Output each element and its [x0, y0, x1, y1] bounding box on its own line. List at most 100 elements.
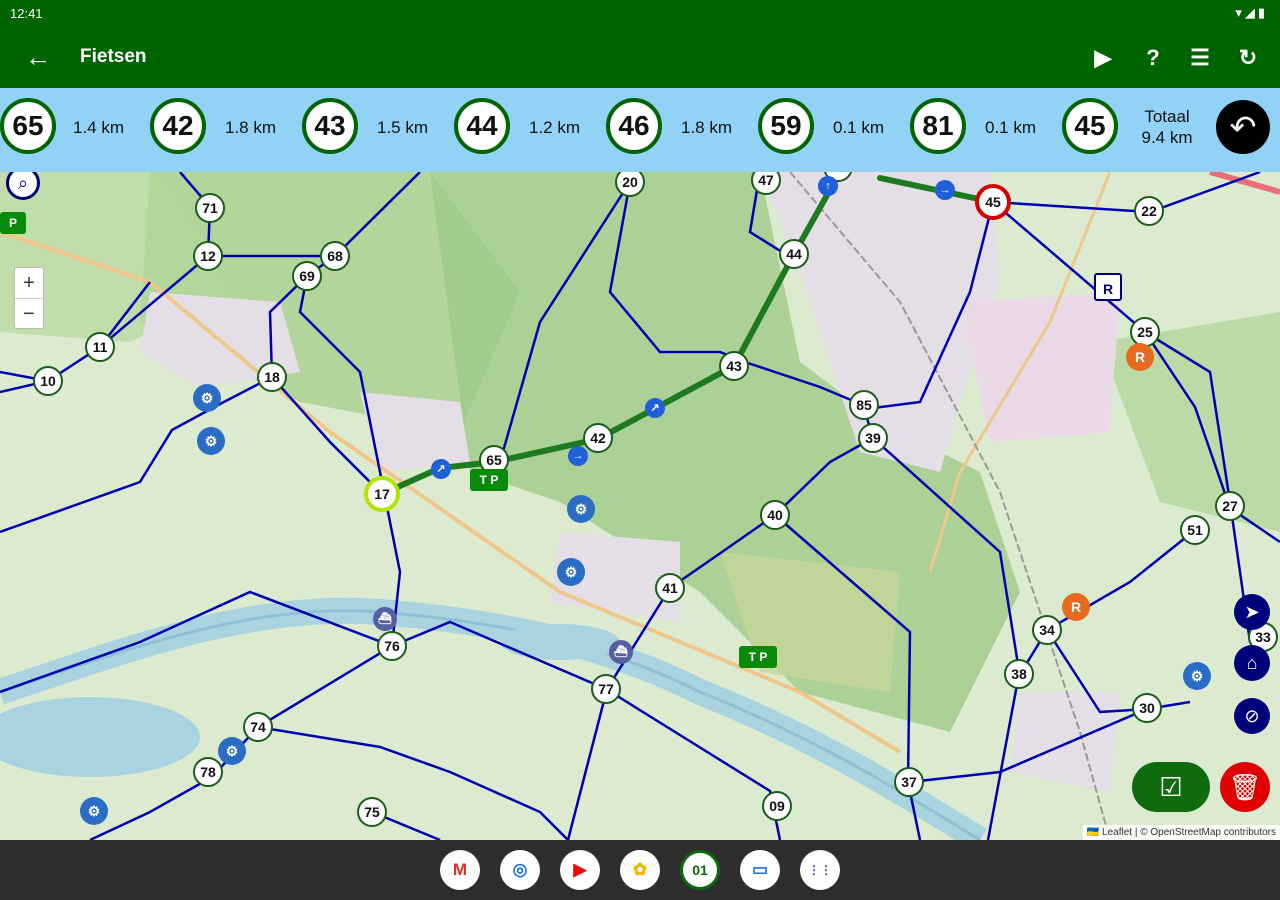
bike-shop-icon[interactable]: ⚙ [80, 797, 108, 825]
map-node-start[interactable]: 17 [364, 476, 400, 512]
route-leg-distance: 1.8 km [681, 118, 733, 137]
bike-shop-icon[interactable]: ⚙ [197, 427, 225, 455]
rest-point-icon[interactable]: R [1094, 273, 1122, 301]
map-node-end[interactable]: 45 [975, 184, 1011, 220]
map-node[interactable]: 69 [292, 261, 322, 291]
map-node[interactable]: 11 [85, 332, 115, 362]
map-node[interactable]: 71 [195, 193, 225, 223]
map-node[interactable]: 41 [655, 573, 685, 603]
map-node[interactable]: 12 [193, 241, 223, 271]
route-leg-distance: 1.4 km [73, 118, 125, 137]
back-arrow-icon[interactable]: ← [22, 42, 54, 74]
map-node[interactable]: 74 [243, 712, 273, 742]
help-icon[interactable]: ? [1137, 42, 1169, 74]
map-node[interactable]: 68 [320, 241, 350, 271]
photos-icon[interactable]: ✿ [620, 850, 660, 890]
map-node[interactable]: 22 [1134, 196, 1164, 226]
map-node[interactable]: 34 [1032, 615, 1062, 645]
route-node[interactable]: 59 [758, 98, 814, 154]
route-node[interactable]: 45 [1062, 98, 1118, 154]
zoom-control: + − [14, 267, 44, 329]
youtube-icon[interactable]: ▶ [560, 850, 600, 890]
map-node[interactable]: 43 [719, 351, 749, 381]
route-leg-distance: 1.2 km [529, 118, 581, 137]
bike-shop-icon[interactable]: ⚙ [1183, 662, 1211, 690]
direction-arrow-icon: ↗ [645, 398, 665, 418]
map-node[interactable]: 25 [1130, 317, 1160, 347]
hide-icon[interactable]: ⊘ [1234, 698, 1270, 734]
map-node[interactable]: 77 [591, 674, 621, 704]
home-icon[interactable]: ⌂ [1234, 645, 1270, 681]
app-root: 12:41 ▾◢▮ ← Fietsen ▶ ? ☰ ↻ ⌕ + − 20 47 … [0, 0, 1280, 900]
route-node[interactable]: 44 [454, 98, 510, 154]
chrome-icon[interactable]: ◎ [500, 850, 540, 890]
confirm-route-button[interactable]: ☑ [1132, 762, 1210, 812]
route-leg-distance: 0.1 km [833, 118, 885, 137]
zoom-out-button[interactable]: − [15, 298, 43, 328]
play-icon[interactable]: ▶ [1087, 42, 1119, 74]
route-summary-strip: 65 1.4 km 42 1.8 km 43 1.5 km 44 1.2 km … [0, 88, 1280, 172]
route-total: Totaal 9.4 km [1132, 106, 1202, 148]
map-node[interactable]: 30 [1132, 693, 1162, 723]
app-bar: ← Fietsen ▶ ? ☰ ↻ [0, 28, 1280, 88]
route-leg-distance: 1.5 km [377, 118, 429, 137]
status-bar: 12:41 ▾◢▮ [0, 0, 1280, 28]
map-node[interactable]: 18 [257, 362, 287, 392]
route-total-label: Totaal [1144, 107, 1190, 126]
list-icon[interactable]: ☰ [1184, 42, 1216, 74]
map-node[interactable]: 39 [858, 423, 888, 453]
map-canvas [0, 172, 1280, 840]
map-node[interactable]: 27 [1215, 491, 1245, 521]
refresh-icon[interactable]: ↻ [1232, 42, 1264, 74]
map-node[interactable]: 09 [762, 791, 792, 821]
app01-icon[interactable]: 01 [680, 850, 720, 890]
parking-icon[interactable]: T P [470, 469, 508, 491]
direction-arrow-icon: ↑ [818, 176, 838, 196]
parking-icon[interactable]: T P [739, 646, 777, 668]
navigate-icon[interactable]: ➤ [1234, 594, 1270, 630]
system-dock: M ◎ ▶ ✿ 01 ▭ ⋮⋮ [0, 840, 1280, 900]
route-node[interactable]: 46 [606, 98, 662, 154]
route-node[interactable]: 81 [910, 98, 966, 154]
route-node[interactable]: 65 [0, 98, 56, 154]
status-time: 12:41 [10, 6, 43, 21]
map-node[interactable]: 10 [33, 366, 63, 396]
restaurant-icon[interactable]: R [1126, 343, 1154, 371]
route-node[interactable]: 43 [302, 98, 358, 154]
route-node[interactable]: 42 [150, 98, 206, 154]
ferry-icon[interactable]: ⛴ [373, 607, 397, 631]
map-node[interactable]: 78 [193, 757, 223, 787]
ferry-icon[interactable]: ⛴ [609, 640, 633, 664]
map-node[interactable]: 42 [583, 423, 613, 453]
map-node[interactable]: 38 [1004, 659, 1034, 689]
messages-icon[interactable]: ▭ [740, 850, 780, 890]
bike-shop-icon[interactable]: ⚙ [218, 737, 246, 765]
route-total-value: 9.4 km [1141, 128, 1193, 147]
system-status-icons: ▾◢▮ [1235, 5, 1268, 20]
map-node[interactable]: 76 [377, 631, 407, 661]
route-leg-distance: 1.8 km [225, 118, 277, 137]
page-title: Fietsen [80, 46, 147, 67]
route-leg-distance: 0.1 km [985, 118, 1037, 137]
zoom-in-button[interactable]: + [15, 268, 43, 298]
map-node[interactable]: 44 [779, 239, 809, 269]
bike-shop-icon[interactable]: ⚙ [557, 558, 585, 586]
app-drawer-icon[interactable]: ⋮⋮ [800, 850, 840, 890]
delete-route-button[interactable]: 🗑 [1220, 762, 1270, 812]
map-node[interactable]: 51 [1180, 515, 1210, 545]
direction-arrow-icon: → [568, 446, 588, 466]
map-node[interactable]: 75 [357, 797, 387, 827]
bike-shop-icon[interactable]: ⚙ [567, 495, 595, 523]
map-node[interactable]: 40 [760, 500, 790, 530]
direction-arrow-icon: → [935, 180, 955, 200]
map-node[interactable]: 85 [849, 390, 879, 420]
restaurant-icon[interactable]: R [1062, 593, 1090, 621]
direction-arrow-icon: ↗ [431, 459, 451, 479]
map-attribution[interactable]: 🇺🇦 Leaflet | © OpenStreetMap contributor… [1082, 825, 1280, 840]
map-view[interactable]: ⌕ + − 20 47 46 45 22 71 12 68 69 44 11 1… [0, 172, 1280, 840]
map-node[interactable]: 37 [894, 767, 924, 797]
bike-shop-icon[interactable]: ⚙ [193, 384, 221, 412]
parking-icon[interactable]: P [0, 212, 26, 234]
gmail-icon[interactable]: M [440, 850, 480, 890]
undo-icon[interactable]: ↶ [1216, 100, 1270, 154]
